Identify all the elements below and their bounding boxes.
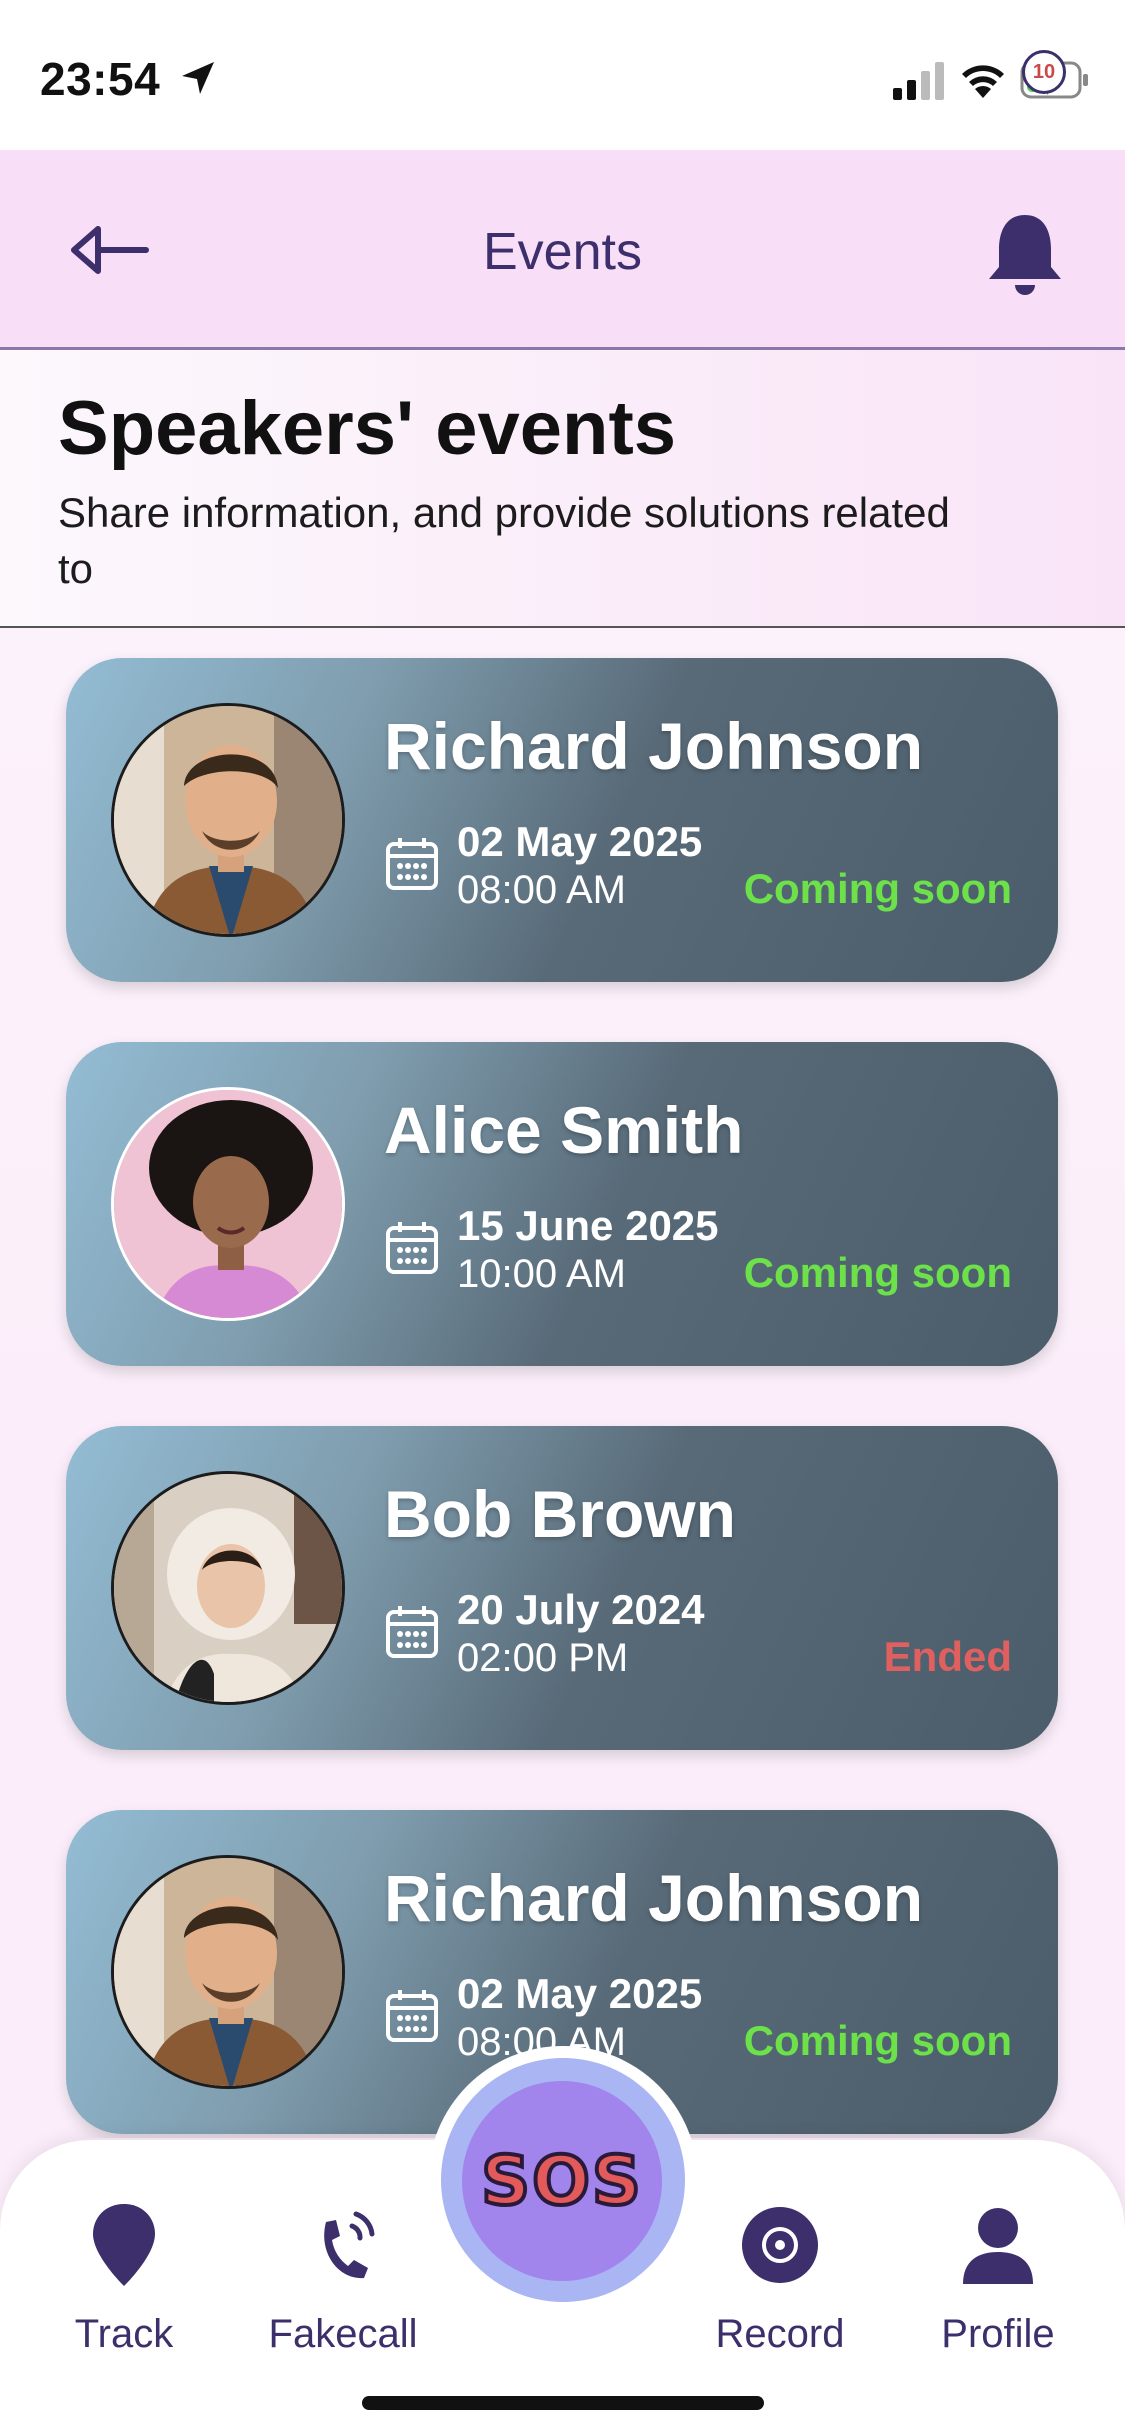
status-time: 23:54 (40, 53, 161, 105)
event-card[interactable]: Richard Johnson 02 May 2025 08:00 AM Com… (66, 658, 1058, 982)
notification-badge: 10 (1022, 50, 1066, 94)
tab-label: Fakecall (268, 2312, 418, 2356)
page-title: Events (483, 223, 642, 281)
tab-label: Track (74, 2312, 174, 2356)
event-status: Coming soon (743, 2017, 1012, 2064)
event-status: Coming soon (743, 865, 1012, 912)
event-date: 02 May 2025 (457, 818, 703, 865)
event-status: Ended (883, 1633, 1012, 1680)
speaker-avatar (111, 1087, 345, 1321)
tab-label: Profile (941, 2312, 1055, 2356)
event-date: 02 May 2025 (457, 1970, 703, 2017)
speaker-avatar (111, 1855, 345, 2089)
location-arrow-icon (182, 62, 214, 94)
location-pin-icon (93, 2204, 155, 2286)
speaker-name: Bob Brown (384, 1477, 736, 1551)
tab-fakecall[interactable]: Fakecall (243, 2200, 443, 2400)
cellular-signal-icon (893, 62, 944, 100)
calendar-icon (386, 1222, 438, 1274)
calendar-icon (386, 838, 438, 890)
status-bar: 23:54 (0, 0, 1125, 150)
intro-section: Speakers' events Share information, and … (0, 350, 1125, 628)
event-date: 20 July 2024 (457, 1586, 705, 1633)
tab-profile[interactable]: Profile (898, 2200, 1098, 2400)
speaker-avatar (111, 703, 345, 937)
event-date: 15 June 2025 (457, 1202, 719, 1249)
sos-button[interactable]: SOS (462, 2081, 662, 2281)
event-card[interactable]: Alice Smith 15 June 2025 10:00 AM Coming… (66, 1042, 1058, 1366)
speaker-name: Alice Smith (384, 1093, 744, 1167)
events-list: Richard Johnson 02 May 2025 08:00 AM Com… (0, 628, 1125, 2138)
events-screen: 23:54 Events 10 Speakers' events Share i… (0, 0, 1125, 2436)
phone-call-icon (324, 2211, 375, 2279)
speaker-name: Richard Johnson (384, 709, 924, 783)
sos-label: SOS (479, 2140, 643, 2223)
speaker-name: Richard Johnson (384, 1861, 924, 1935)
event-card[interactable]: Bob Brown 20 July 2024 02:00 PM Ended (66, 1426, 1058, 1750)
tab-track[interactable]: Track (24, 2200, 224, 2400)
profile-icon (963, 2208, 1033, 2284)
tab-label: Record (715, 2312, 845, 2356)
calendar-icon (386, 1990, 438, 2042)
event-time: 02:00 PM (457, 1636, 629, 1680)
home-indicator (362, 2396, 764, 2410)
record-icon (742, 2207, 818, 2283)
section-subtitle: Share information, and provide solutions… (58, 489, 950, 592)
event-time: 10:00 AM (457, 1252, 627, 1296)
event-time: 08:00 AM (457, 868, 627, 912)
section-title: Speakers' events (58, 386, 677, 471)
speaker-avatar (111, 1471, 345, 1705)
wifi-icon (962, 65, 1004, 98)
tab-record[interactable]: Record (680, 2200, 880, 2400)
event-status: Coming soon (743, 1249, 1012, 1296)
notification-bell-icon[interactable] (975, 205, 1075, 305)
calendar-icon (386, 1606, 438, 1658)
app-header: Events (0, 150, 1125, 350)
